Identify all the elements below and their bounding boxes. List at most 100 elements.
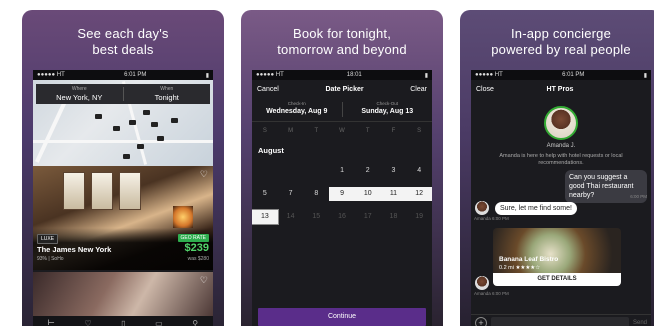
carrier-text: ●●●●● HT xyxy=(475,72,503,78)
calendar-day-selected[interactable]: 12 xyxy=(406,187,432,201)
date-summary: Check-In Wednesday, Aug 9 Check-Out Sund… xyxy=(252,98,432,122)
cancel-button[interactable]: Cancel xyxy=(257,86,279,93)
clear-button[interactable]: Clear xyxy=(410,86,427,93)
message-timestamp: 6:00 PM xyxy=(630,194,647,199)
headline-line-2: tomorrow and beyond xyxy=(277,42,407,57)
screenshot-panel-deals: See each day's best deals ●●●●● HT 6:01 … xyxy=(22,10,224,326)
calendar-day[interactable]: 16 xyxy=(329,210,355,224)
calendar-day-selected[interactable]: 13 xyxy=(252,209,279,225)
bed-icon[interactable]: ⊢ xyxy=(48,318,55,326)
map-pin[interactable] xyxy=(151,122,158,127)
deal-badge: GEO RATE xyxy=(177,234,209,242)
continue-button[interactable]: Continue xyxy=(258,308,426,326)
calendar-day[interactable]: 4 xyxy=(406,164,432,178)
tab-bar: ⊢ ♡ ▯ ▭ ⚲ xyxy=(33,316,213,326)
hotel-rating: 93% | SoHo xyxy=(37,256,64,262)
screenshot-panel-datepicker: Book for tonight, tomorrow and beyond ●●… xyxy=(241,10,443,326)
phone-screen: ●●●●● HT 18:01 ▮ Cancel Date Picker Clea… xyxy=(252,70,432,326)
luxe-badge: LUXE xyxy=(37,234,59,244)
hotel-card[interactable]: ♡ LUXE GEO RATE The James New York 93% |… xyxy=(33,166,213,270)
calendar-week: 5 7 8 9 10 11 12 xyxy=(252,187,432,201)
pro-name: Amanda J. xyxy=(546,143,576,149)
calendar-day[interactable]: 14 xyxy=(278,210,304,224)
headline-line-1: In-app concierge xyxy=(510,26,612,41)
phone-icon[interactable]: ▯ xyxy=(121,319,125,326)
restaurant-card[interactable]: Banana Leaf Bistro 0.2 mi ★★★★☆ GET DETA… xyxy=(493,228,621,286)
when-field[interactable]: When Tonight xyxy=(124,84,211,104)
calendar-day[interactable]: 8 xyxy=(303,187,329,201)
checkout-field[interactable]: Check-Out Sunday, Aug 13 xyxy=(343,98,433,121)
headline-line-1: See each day's xyxy=(77,26,169,41)
map-pin[interactable] xyxy=(137,144,144,149)
message-input[interactable] xyxy=(491,317,629,326)
calendar-day[interactable]: 7 xyxy=(278,187,304,201)
window-image xyxy=(91,172,113,210)
calendar-day[interactable]: 17 xyxy=(355,210,381,224)
window-image xyxy=(63,172,85,210)
hotel-price: $239 xyxy=(184,242,209,254)
screenshot-panel-concierge: In-app concierge powered by real people … xyxy=(460,10,654,326)
hotel-info: LUXE GEO RATE The James New York 93% | S… xyxy=(33,228,213,270)
calendar-day[interactable] xyxy=(278,164,304,178)
panel-headline: See each day's best deals xyxy=(22,26,224,58)
calendar-week: 1 2 3 4 xyxy=(252,164,432,178)
phone-screen: ●●●●● HT 6:01 PM ▮ Close HT Pros Amanda … xyxy=(471,70,651,326)
map-pin[interactable] xyxy=(113,126,120,131)
message-timestamp: Amanda 6:00 PM xyxy=(474,216,509,221)
headline-line-1: Book for tonight, xyxy=(292,26,392,41)
battery-icon: ▮ xyxy=(643,72,647,79)
restaurant-meta: 0.2 mi ★★★★☆ xyxy=(499,265,541,271)
calendar-day-selected[interactable]: 10 xyxy=(354,187,381,201)
calendar-day[interactable]: 19 xyxy=(406,210,432,224)
weekday-header: S M T W T F S xyxy=(262,128,422,134)
heart-icon[interactable]: ♡ xyxy=(200,275,208,286)
calendar-day[interactable]: 5 xyxy=(252,187,278,201)
window-image xyxy=(119,172,141,210)
status-bar: ●●●●● HT 18:01 ▮ xyxy=(252,70,432,80)
calendar-day[interactable] xyxy=(252,164,278,178)
map-pin[interactable] xyxy=(157,136,164,141)
calendar-day-selected[interactable]: 11 xyxy=(380,187,407,201)
search-bar[interactable]: Where New York, NY When Tonight xyxy=(36,84,210,104)
calendar-icon[interactable]: ▭ xyxy=(155,319,163,326)
person-icon[interactable]: ⚲ xyxy=(192,319,198,326)
checkin-field[interactable]: Check-In Wednesday, Aug 9 xyxy=(252,98,342,121)
calendar-day[interactable]: 3 xyxy=(381,164,407,178)
calendar-day[interactable]: 1 xyxy=(329,164,355,178)
send-button[interactable]: Send xyxy=(633,320,647,326)
map-pin[interactable] xyxy=(129,120,136,125)
map-pin[interactable] xyxy=(123,154,130,159)
panel-headline: Book for tonight, tomorrow and beyond xyxy=(241,26,443,58)
phone-screen: ●●●●● HT 6:01 PM ▮ Where New York, NY Wh… xyxy=(33,70,213,326)
get-details-button[interactable]: GET DETAILS xyxy=(493,273,621,286)
status-bar: ●●●●● HT 6:01 PM ▮ xyxy=(471,70,651,80)
calendar-day[interactable]: 18 xyxy=(381,210,407,224)
message-timestamp: Amanda 6:00 PM xyxy=(474,291,509,296)
status-time: 6:01 PM xyxy=(124,72,147,78)
page-title: Date Picker xyxy=(325,85,364,93)
heart-icon[interactable]: ♡ xyxy=(84,319,91,326)
nav-bar: Close HT Pros xyxy=(471,80,651,98)
message-composer: + Send xyxy=(471,314,651,326)
heart-icon[interactable]: ♡ xyxy=(200,169,208,180)
map-pin[interactable] xyxy=(171,118,178,123)
calendar-day[interactable]: 15 xyxy=(303,210,329,224)
close-button[interactable]: Close xyxy=(476,86,494,93)
avatar xyxy=(475,201,489,215)
where-field[interactable]: Where New York, NY xyxy=(36,84,123,104)
nav-bar: Cancel Date Picker Clear xyxy=(252,80,432,98)
calendar-day[interactable] xyxy=(303,164,329,178)
carrier-text: ●●●●● HT xyxy=(37,72,65,78)
plus-icon[interactable]: + xyxy=(475,316,487,326)
hotel-card[interactable]: ♡ xyxy=(33,272,213,318)
month-label: August xyxy=(258,146,284,155)
map-pin[interactable] xyxy=(95,114,102,119)
status-bar: ●●●●● HT 6:01 PM ▮ xyxy=(33,70,213,80)
calendar-week: 13 14 15 16 17 18 19 xyxy=(252,209,432,225)
calendar-day[interactable]: 2 xyxy=(355,164,381,178)
status-time: 6:01 PM xyxy=(562,72,585,78)
hotel-name: The James New York xyxy=(37,245,112,254)
battery-icon: ▮ xyxy=(205,72,209,79)
map-pin[interactable] xyxy=(143,110,150,115)
calendar-day-selected[interactable]: 9 xyxy=(329,187,355,201)
